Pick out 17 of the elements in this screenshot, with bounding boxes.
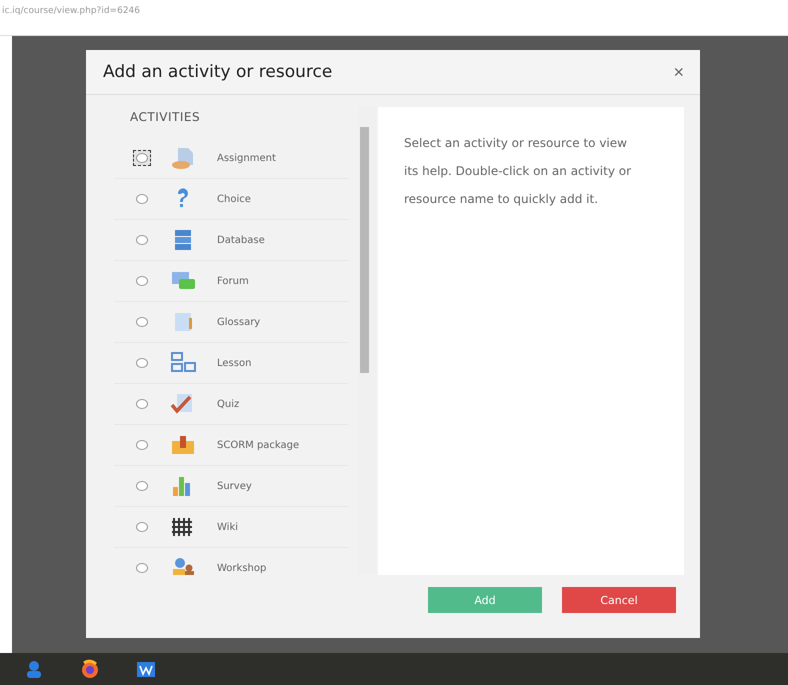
address-url: ic.iq/course/view.php?id=6246: [2, 6, 140, 16]
activity-name[interactable]: Database: [217, 234, 265, 246]
activity-name[interactable]: Workshop: [217, 562, 266, 574]
activity-name[interactable]: Lesson: [217, 358, 252, 368]
activity-name[interactable]: Choice: [217, 194, 251, 204]
activity-name[interactable]: Quiz: [217, 398, 240, 410]
cancel-button[interactable]: Cancel: [562, 587, 676, 613]
help-text: Select an activity or resource to view its help. Double-click on an activity or resource name to quickly add it.: [404, 135, 632, 208]
section-heading: ACTIVITIES: [129, 109, 202, 126]
activity-name[interactable]: Assignment: [217, 152, 276, 164]
activity-name[interactable]: Survey: [217, 480, 252, 492]
activity-name[interactable]: SCORM package: [217, 440, 300, 450]
activity-name[interactable]: Glossary: [217, 316, 260, 328]
close-button[interactable]: ×: [673, 62, 684, 82]
activity-name[interactable]: Forum: [217, 276, 249, 286]
dialog-title: Add an activity or resource: [103, 62, 332, 82]
activity-name[interactable]: Wiki: [217, 522, 238, 532]
